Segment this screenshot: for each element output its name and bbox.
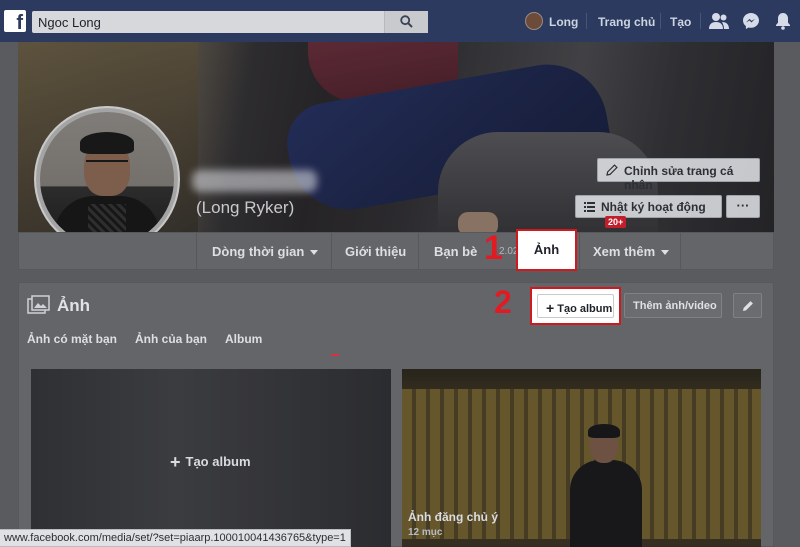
create-album-highlight: + Tạo album [530, 287, 621, 325]
pencil-icon [743, 301, 753, 311]
home-link[interactable]: Trang chủ [598, 15, 655, 29]
create-album-button[interactable]: + Tạo album [537, 294, 614, 318]
tab-friends[interactable]: Bạn bè [434, 244, 477, 259]
plus-icon: + [170, 452, 181, 472]
tab-timeline-label: Dòng thời gian [212, 244, 305, 259]
search-box[interactable] [32, 11, 428, 33]
profile-picture[interactable] [34, 106, 180, 252]
facebook-logo[interactable]: f [4, 10, 26, 32]
create-album-label: Tạo album [557, 303, 613, 315]
subtab-photos-of-you[interactable]: Ảnh có mặt bạn [27, 332, 117, 346]
nav-divider [700, 13, 701, 29]
nav-divider [586, 13, 587, 29]
album-item-count: 12 mục [408, 527, 443, 538]
browser-status-url: www.facebook.com/media/set/?set=piaarp.1… [0, 529, 351, 547]
activity-log-label: Nhật ký hoạt động [601, 200, 706, 214]
photos-icon [27, 295, 50, 314]
subtab-albums[interactable]: Album [225, 332, 262, 346]
tab-more[interactable]: Xem thêm [593, 244, 670, 259]
top-navigation-bar: f Long Trang chủ Tạo [0, 0, 800, 42]
search-input[interactable] [32, 11, 384, 33]
active-indicator [331, 354, 339, 356]
activity-badge: 20+ [605, 216, 627, 228]
tab-photos[interactable]: Ảnh [516, 229, 577, 271]
messenger-icon[interactable] [742, 12, 760, 30]
plus-icon: + [546, 300, 555, 316]
overlay-dim [36, 108, 178, 250]
add-photo-video-button[interactable]: Thêm ảnh/video [624, 293, 722, 318]
tab-divider [579, 233, 580, 270]
blurred-name [192, 170, 317, 192]
chevron-down-icon [661, 250, 670, 256]
step-marker-2: 2 [494, 284, 512, 320]
notifications-icon[interactable] [775, 12, 791, 30]
photos-title: Ảnh [57, 296, 91, 315]
profile-tabs: Dòng thời gian Giới thiệu Bạn bè 2.020 X… [18, 232, 774, 270]
user-avatar[interactable] [525, 12, 543, 30]
tab-divider [418, 233, 419, 270]
friends-icon[interactable] [709, 12, 729, 30]
edit-profile-button[interactable]: Chỉnh sửa trang cá nhân [597, 158, 760, 192]
pencil-icon [606, 164, 618, 176]
tab-more-label: Xem thêm [593, 244, 656, 259]
profile-link[interactable]: Long [549, 15, 578, 29]
create-album-tile-text: Tạo album [185, 454, 251, 469]
tab-divider [680, 233, 681, 270]
search-button[interactable] [384, 11, 428, 33]
profile-display-name: (Long Ryker) [196, 198, 295, 217]
chevron-down-icon [310, 250, 319, 256]
album-title[interactable]: Ảnh đăng chủ ý [408, 510, 498, 524]
create-album-tile-label[interactable]: + Tạo album [170, 452, 251, 473]
list-icon [584, 202, 595, 212]
activity-log-button[interactable]: Nhật ký hoạt động 20+ [575, 195, 722, 228]
tab-divider [196, 233, 197, 270]
edit-photos-button[interactable] [733, 293, 762, 318]
search-icon [400, 15, 413, 28]
step-marker-1: 1 [484, 229, 503, 267]
tab-about[interactable]: Giới thiệu [345, 244, 406, 259]
subtab-your-photos[interactable]: Ảnh của bạn [135, 332, 207, 346]
tab-timeline[interactable]: Dòng thời gian [212, 244, 319, 259]
nav-divider [660, 13, 661, 29]
create-link[interactable]: Tạo [670, 15, 691, 29]
more-options-button[interactable]: ··· [726, 195, 760, 218]
tab-divider [331, 233, 332, 270]
